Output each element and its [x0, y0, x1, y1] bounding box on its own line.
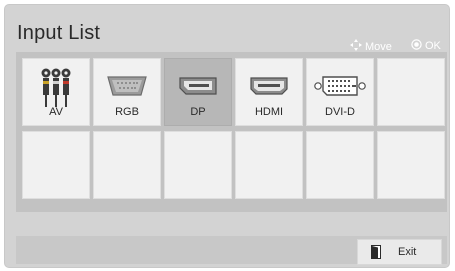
input-grid: AV RGB DP HDMI DVI-D — [16, 52, 447, 212]
input-item-dvi-d[interactable]: DVI-D — [306, 58, 374, 126]
input-item-av[interactable]: AV — [22, 58, 90, 126]
input-item-empty — [377, 58, 445, 126]
av-rca-icon — [23, 68, 89, 108]
input-label: HDMI — [254, 106, 284, 118]
input-label: AV — [49, 106, 63, 118]
hdmi-port-icon — [236, 68, 302, 96]
input-label: DP — [190, 106, 206, 118]
input-item-empty — [164, 131, 232, 199]
exit-label: Exit — [398, 246, 417, 258]
ok-circle-icon — [411, 39, 422, 53]
ok-hint-label: OK — [425, 40, 441, 52]
dialog-title: Input List — [17, 22, 101, 44]
exit-door-icon — [371, 245, 381, 264]
dvi-port-icon — [307, 68, 373, 97]
input-label: RGB — [115, 106, 139, 118]
input-item-empty — [22, 131, 90, 199]
move-hint-label: Move — [365, 40, 392, 53]
input-item-empty — [306, 131, 374, 199]
input-item-hdmi[interactable]: HDMI — [235, 58, 303, 126]
ok-hint: OK — [411, 39, 441, 53]
input-item-empty — [93, 131, 161, 199]
input-item-empty — [235, 131, 303, 199]
vga-port-icon — [94, 68, 160, 98]
input-item-rgb[interactable]: RGB — [93, 58, 161, 126]
input-item-dp[interactable]: DP — [164, 58, 232, 126]
exit-button[interactable]: Exit — [357, 239, 442, 265]
input-label: DVI-D — [325, 106, 355, 118]
input-item-empty — [377, 131, 445, 199]
displayport-icon — [165, 68, 231, 96]
